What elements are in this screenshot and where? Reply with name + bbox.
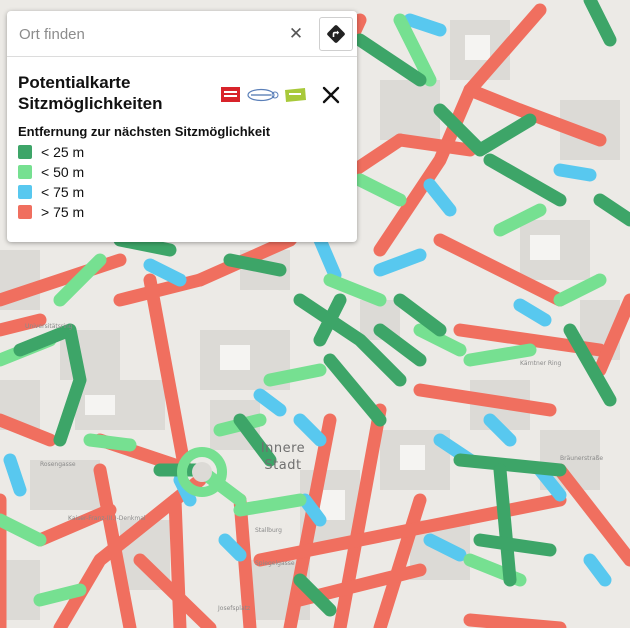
legend-swatch-3 — [18, 185, 32, 199]
partner-logo-blue — [247, 88, 279, 102]
legend-swatch-2 — [18, 165, 32, 179]
street-label-6: Spiegelgasse — [255, 560, 295, 567]
legend-title: Entfernung zur nächsten Sitzmöglichkeit — [18, 124, 271, 139]
district-label-line2: Stadt — [264, 458, 301, 473]
search-bar: ✕ — [7, 11, 357, 57]
legend: < 25 m < 50 m < 75 m > 75 m — [18, 142, 84, 222]
legend-swatch-4 — [18, 205, 32, 219]
close-panel-button[interactable] — [319, 83, 343, 107]
legend-item: < 25 m — [18, 142, 84, 162]
legend-item: < 75 m — [18, 182, 84, 202]
street-label-2: Rosengasse — [40, 461, 76, 468]
route-button[interactable] — [319, 17, 353, 51]
close-icon — [322, 86, 340, 104]
street-label-5: Stallburg — [255, 527, 282, 534]
info-panel: ✕ Potentialkarte Sitzmöglichkeiten — [7, 11, 357, 242]
legend-item: > 75 m — [18, 202, 84, 222]
legend-label: > 75 m — [41, 204, 85, 220]
legend-item: < 50 m — [18, 162, 84, 182]
legend-label: < 25 m — [41, 144, 85, 160]
close-icon: ✕ — [288, 24, 304, 44]
panel-title-line2: Sitzmöglichkeiten — [18, 94, 163, 113]
street-label-1: Kaiser-Franz-(II.)-Denkmal — [68, 515, 146, 522]
street-label-3: Universitätsring — [25, 323, 73, 330]
route-direction-icon — [327, 25, 345, 43]
partner-logos — [221, 87, 306, 102]
clear-search-button[interactable]: ✕ — [285, 23, 307, 45]
panel-title: Potentialkarte Sitzmöglichkeiten — [18, 72, 218, 114]
street-label-7: Bräunerstraße — [560, 455, 603, 462]
street-label-8: Josefsplatz — [217, 605, 250, 612]
search-input[interactable] — [17, 22, 281, 46]
legend-label: < 75 m — [41, 184, 85, 200]
panel-title-line1: Potentialkarte — [18, 73, 131, 92]
partner-logo-green — [285, 88, 306, 102]
district-label-line1: Innere — [261, 441, 305, 456]
partner-logo-red — [221, 87, 240, 102]
street-label-4: Kärntner Ring — [520, 360, 562, 367]
legend-label: < 50 m — [41, 164, 85, 180]
legend-swatch-1 — [18, 145, 32, 159]
